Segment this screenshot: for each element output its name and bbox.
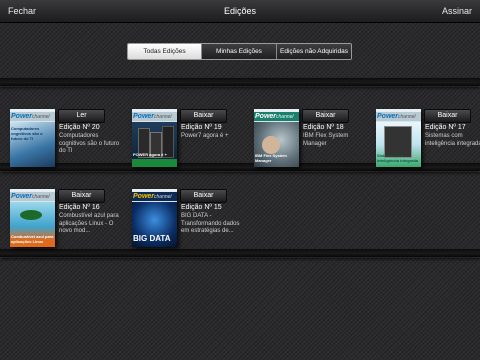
issue-title: Edição Nº 18 — [303, 124, 344, 131]
tab-all-editions[interactable]: Todas Edições — [128, 44, 201, 59]
brand-logo: Powerchannel — [132, 192, 177, 201]
brand-logo: Powerchannel — [376, 112, 421, 121]
issue-card-18: Powerchannel IBM Flex System Manager Bai… — [254, 109, 366, 173]
brand-logo: Powerchannel — [10, 192, 55, 201]
cover-headline: BIG DATA — [133, 234, 171, 243]
issue-card-17: Powerchannel Sistemas com inteligência i… — [376, 109, 480, 173]
filter-segmented-control: Todas Edições Minhas Edições Edições não… — [127, 43, 352, 60]
issue-title: Edição Nº 19 — [181, 124, 222, 131]
read-button[interactable]: Ler — [58, 109, 105, 123]
issue-cover-15[interactable]: Powerchannel BIG DATA — [132, 189, 177, 247]
download-button[interactable]: Baixar — [302, 109, 349, 123]
issue-description: IBM Flex System Manager — [303, 133, 349, 147]
issue-cover-19[interactable]: Powerchannel POWER agora é + — [132, 109, 177, 167]
issue-title: Edição Nº 20 — [59, 124, 100, 131]
cover-headline: Sistemas com inteligência integrada — [377, 153, 419, 163]
subscribe-button[interactable]: Assinar — [442, 6, 472, 16]
issue-description: Computadores cognitivos são o futuro do … — [59, 133, 120, 154]
shelf-divider — [0, 78, 480, 87]
tab-my-editions[interactable]: Minhas Edições — [201, 44, 276, 59]
issue-card-20: Powerchannel Computadores cognitivos são… — [10, 109, 122, 173]
download-button[interactable]: Baixar — [180, 189, 227, 203]
issue-cover-16[interactable]: Powerchannel Combustível azul para aplic… — [10, 189, 55, 247]
download-button[interactable]: Baixar — [180, 109, 227, 123]
download-button[interactable]: Baixar — [424, 109, 471, 123]
issue-description: Combustível azul para aplicações Linux -… — [59, 213, 119, 234]
cover-headline: Combustível azul para aplicações Linux — [11, 234, 54, 244]
download-button[interactable]: Baixar — [58, 189, 105, 203]
cover-headline: Computadores cognitivos são o futuro do … — [11, 126, 43, 141]
issue-card-15: Powerchannel BIG DATA Baixar Edição Nº 1… — [132, 189, 244, 253]
brand-logo: Powerchannel — [10, 112, 55, 121]
cover-headline: IBM Flex System Manager — [255, 153, 287, 163]
issue-cover-18[interactable]: Powerchannel IBM Flex System Manager — [254, 109, 299, 167]
issue-description: Power7 agora é + — [181, 133, 229, 139]
issue-card-19: Powerchannel POWER agora é + Baixar Ediç… — [132, 109, 244, 173]
page-title: Edições — [223, 6, 257, 16]
issue-title: Edição Nº 17 — [425, 124, 466, 131]
cover-headline: POWER agora é + — [133, 152, 167, 157]
issue-cover-20[interactable]: Powerchannel Computadores cognitivos são… — [10, 109, 55, 167]
issue-title: Edição Nº 16 — [59, 204, 100, 211]
brand-logo: Powerchannel — [254, 112, 299, 121]
issue-card-16: Powerchannel Combustível azul para aplic… — [10, 189, 122, 253]
issue-description: BIG DATA - Transformando dados em estrat… — [181, 213, 240, 234]
issue-title: Edição Nº 15 — [181, 204, 222, 211]
issue-cover-17[interactable]: Powerchannel Sistemas com inteligência i… — [376, 109, 421, 167]
issue-description: Sistemas com inteligência integrada. — [425, 133, 480, 147]
tab-not-acquired[interactable]: Edições não Adquiridas — [276, 44, 351, 59]
brand-logo: Powerchannel — [132, 112, 177, 121]
navigation-bar: Fechar Edições Assinar — [0, 0, 480, 23]
